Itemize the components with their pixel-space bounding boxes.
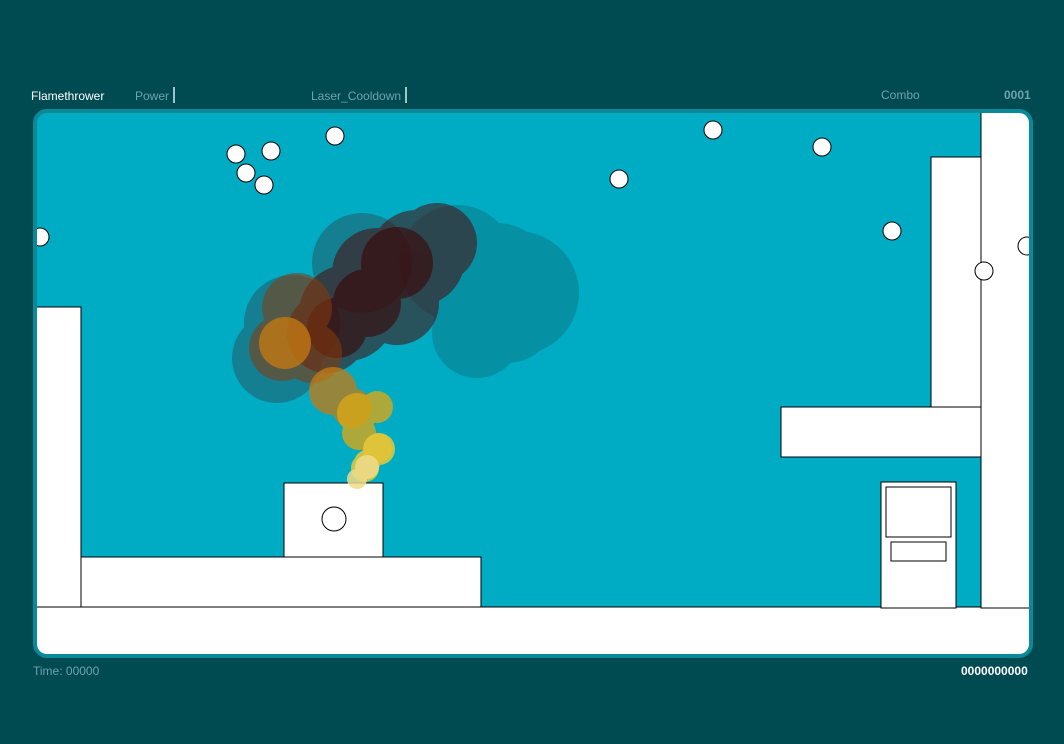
enemy-ball — [37, 227, 50, 247]
door-window — [885, 486, 952, 538]
right-column — [930, 156, 982, 410]
enemy-ball — [609, 169, 629, 189]
enemy-ball — [236, 163, 256, 183]
game-scene — [37, 113, 1029, 654]
door-panel — [890, 541, 947, 562]
flamethrower-plume — [232, 203, 579, 489]
enemy-ball — [226, 144, 246, 164]
power-label: Power — [135, 89, 170, 103]
player-ball — [321, 506, 347, 532]
combo-label: Combo — [881, 88, 920, 102]
enemy-ball — [325, 126, 345, 146]
ground-ledge-left — [80, 556, 482, 610]
power-bar-marker — [173, 87, 175, 103]
laser-cooldown-bar-marker — [405, 87, 407, 103]
enemy-ball — [812, 137, 832, 157]
enemy-ball — [882, 221, 902, 241]
enemy-ball — [261, 141, 281, 161]
right-ledge — [780, 406, 982, 458]
floor — [37, 606, 1029, 654]
laser-cooldown-label: Laser_Cooldown — [311, 89, 402, 103]
left-wall — [37, 306, 82, 618]
enemy-ball — [974, 261, 994, 281]
time-counter: Time: 00000 — [33, 664, 100, 678]
enemy-ball — [703, 120, 723, 140]
score-counter: 0000000000 — [961, 664, 1028, 678]
right-wall — [980, 113, 1029, 609]
game-arena[interactable] — [33, 109, 1033, 658]
enemy-ball — [254, 175, 274, 195]
weapon-name: Flamethrower — [31, 89, 105, 103]
combo-count: 0001 — [1004, 88, 1031, 102]
